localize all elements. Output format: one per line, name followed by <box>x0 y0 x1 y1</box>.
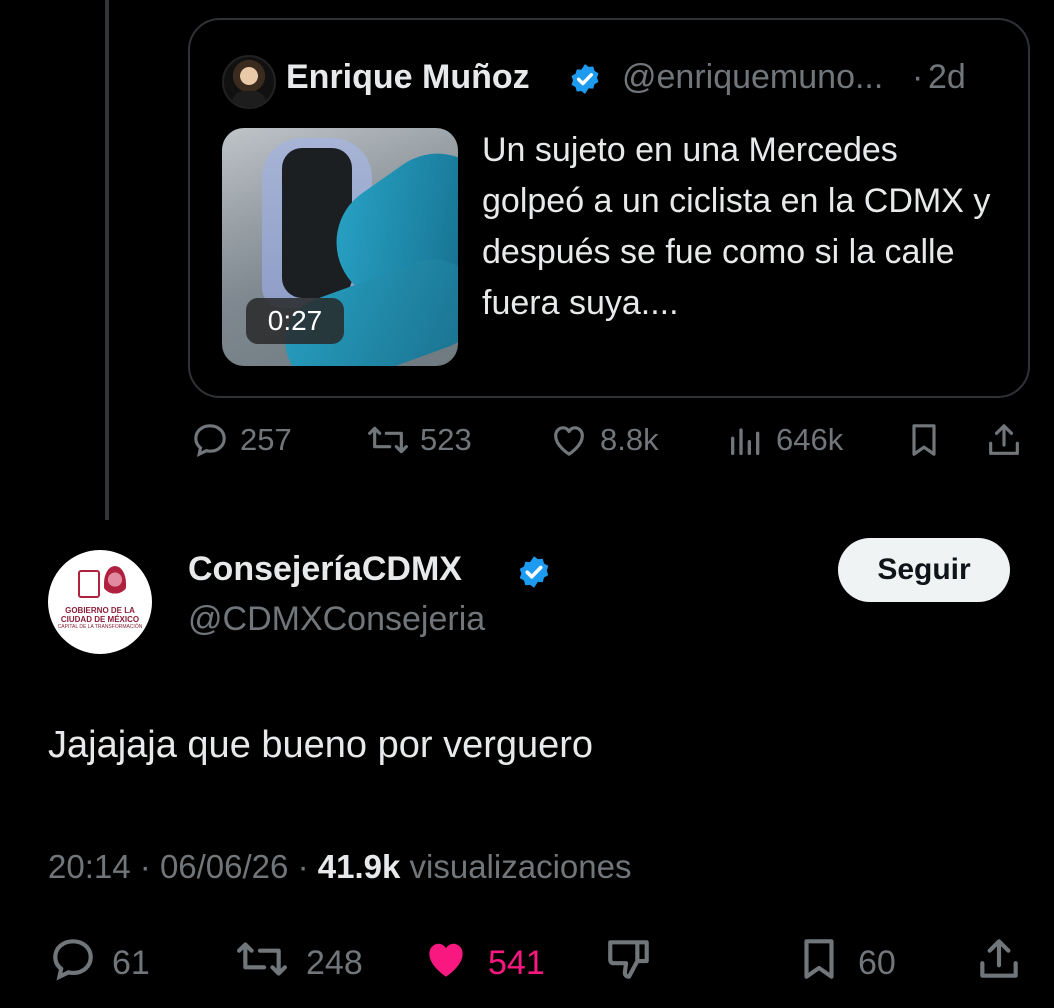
author-handle[interactable]: @CDMXConsejeria <box>188 600 485 639</box>
tweet-time[interactable]: 20:14 <box>48 848 131 885</box>
like-count: 541 <box>488 944 545 982</box>
author-avatar[interactable]: GOBIERNO DE LA CIUDAD DE MÉXICO CAPITAL D… <box>48 550 152 654</box>
verified-badge-icon <box>516 554 552 595</box>
dislike-icon <box>602 934 656 993</box>
like-button[interactable]: 8.8k <box>548 420 659 460</box>
bookmark-count: 60 <box>858 944 896 982</box>
video-duration-badge: 0:27 <box>246 298 344 344</box>
quoted-tweet-card[interactable]: Enrique Muñoz @enriquemuno... · 2d 0:27 … <box>188 18 1030 398</box>
reply-count: 61 <box>112 944 150 982</box>
follow-button[interactable]: Seguir <box>838 538 1010 602</box>
video-thumbnail[interactable]: 0:27 <box>222 128 458 366</box>
verified-badge-icon <box>568 62 602 101</box>
reply-button[interactable]: 257 <box>190 420 292 460</box>
dislike-button[interactable] <box>602 934 656 993</box>
repost-icon <box>232 934 292 993</box>
like-icon <box>418 934 474 993</box>
share-icon <box>974 934 1024 993</box>
quoted-timestamp[interactable]: 2d <box>928 58 966 97</box>
repost-count: 523 <box>420 422 472 457</box>
views-count: 646k <box>776 422 844 457</box>
bookmark-button[interactable] <box>904 420 944 460</box>
quoted-author-avatar[interactable] <box>222 55 276 109</box>
logo-crest <box>78 570 100 598</box>
bookmark-icon <box>794 934 844 993</box>
quoted-tweet-actions: 257 523 8.8k 646k <box>0 420 1054 470</box>
tweet-date[interactable]: 06/06/26 <box>160 848 288 885</box>
quoted-tweet-text: Un sujeto en una Mercedes golpeó a un ci… <box>482 131 991 322</box>
bookmark-icon <box>904 420 944 460</box>
bookmark-button[interactable]: 60 <box>794 934 896 993</box>
repost-button[interactable]: 248 <box>232 934 363 993</box>
repost-icon <box>366 420 410 460</box>
tweet-metadata: 20:14 · 06/06/26 · 41.9k visualizaciones <box>48 848 631 886</box>
views-button[interactable]: 646k <box>726 420 843 460</box>
share-button[interactable] <box>984 420 1024 460</box>
tweet-text: Jajajaja que bueno por verguero <box>48 724 594 766</box>
separator-dot: · <box>139 848 151 885</box>
views-icon <box>726 420 766 460</box>
quoted-author-handle[interactable]: @enriquemuno... <box>622 58 883 97</box>
like-icon <box>548 420 590 460</box>
share-icon <box>984 420 1024 460</box>
repost-count: 248 <box>306 944 363 982</box>
avatar-logo-text: GOBIERNO DE LA CIUDAD DE MÉXICO <box>60 606 140 624</box>
logo-flower <box>104 566 126 600</box>
reply-button[interactable]: 61 <box>48 934 150 993</box>
repost-button[interactable]: 523 <box>366 420 472 460</box>
separator-dot: · <box>912 58 924 96</box>
views-total: 41.9k <box>317 848 401 885</box>
tweet-actions: 61 248 541 60 <box>0 934 1054 990</box>
reply-count: 257 <box>240 422 292 457</box>
avatar-logo-tagline: CAPITAL DE LA TRANSFORMACIÓN <box>57 624 143 630</box>
like-button[interactable]: 541 <box>418 934 545 993</box>
reply-icon <box>48 934 98 993</box>
quoted-author-name[interactable]: Enrique Muñoz <box>286 58 530 97</box>
share-button[interactable] <box>974 934 1024 993</box>
separator-dot: · <box>297 848 309 885</box>
reply-icon <box>190 420 230 460</box>
like-count: 8.8k <box>600 422 659 457</box>
views-label: visualizaciones <box>409 848 632 885</box>
author-name[interactable]: ConsejeríaCDMX <box>188 550 462 589</box>
